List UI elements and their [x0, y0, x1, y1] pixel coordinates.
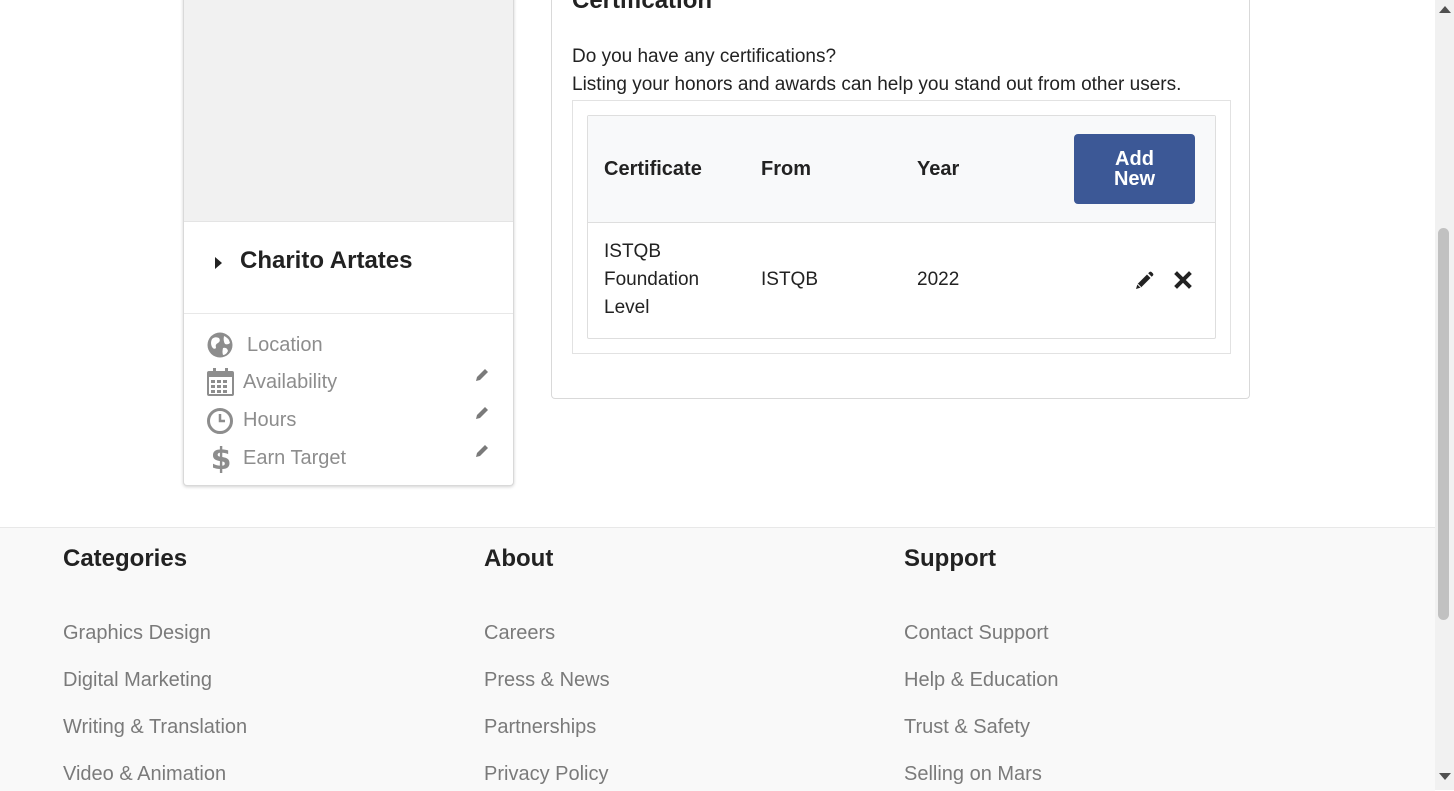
footer-link[interactable]: Writing & Translation [63, 716, 247, 739]
vertical-scrollbar[interactable] [1435, 0, 1454, 790]
footer-link[interactable]: Press & News [484, 669, 610, 692]
certification-table: Certificate From Year Add New ISTQB Foun… [587, 115, 1216, 339]
footer-heading: Categories [63, 545, 188, 572]
footer-link[interactable]: Partnerships [484, 716, 596, 739]
column-header-from: From [761, 158, 811, 180]
footer-heading: About [484, 545, 554, 572]
edit-earn-target-icon[interactable] [474, 443, 490, 459]
availability-row: Availability [206, 365, 496, 399]
calendar-icon [207, 368, 234, 396]
hours-label: Hours [243, 409, 297, 431]
footer-link[interactable]: Digital Marketing [63, 669, 212, 692]
profile-name: Charito Artates [240, 247, 413, 274]
edit-icon[interactable] [1134, 271, 1154, 291]
table-header: Certificate From Year Add New [588, 116, 1215, 223]
column-header-certificate: Certificate [604, 158, 702, 180]
footer: Categories Graphics Design Digital Marke… [0, 527, 1435, 791]
certification-section: Certification Do you have any certificat… [551, 0, 1250, 399]
scroll-down-arrow-icon[interactable] [1439, 773, 1451, 780]
add-new-label: Add New [1113, 148, 1156, 190]
hours-row: Hours [206, 403, 496, 437]
profile-photo-placeholder [184, 0, 513, 222]
location-label: Location [247, 334, 323, 356]
edit-availability-icon[interactable] [474, 367, 490, 383]
scroll-up-arrow-icon[interactable] [1439, 6, 1451, 13]
from-cell: ISTQB [761, 269, 819, 290]
footer-link[interactable]: Selling on Mars [904, 763, 1042, 786]
delete-icon[interactable] [1174, 271, 1192, 289]
globe-icon [207, 332, 233, 358]
footer-link[interactable]: Trust & Safety [904, 716, 1030, 739]
availability-label: Availability [243, 371, 338, 393]
clock-icon [207, 408, 233, 434]
dollar-icon: $ [211, 443, 232, 473]
certification-description: Listing your honors and awards can help … [572, 74, 1182, 95]
earn-target-label: Earn Target [243, 447, 347, 469]
footer-link[interactable]: Careers [484, 622, 555, 645]
certificate-cell: ISTQB Foundation Level [604, 241, 700, 318]
footer-link[interactable]: Contact Support [904, 622, 1049, 645]
footer-link[interactable]: Graphics Design [63, 622, 211, 645]
footer-heading: Support [904, 545, 996, 572]
year-cell: 2022 [917, 269, 960, 290]
earn-target-row: $ Earn Target [206, 441, 496, 475]
add-new-button[interactable]: Add New [1074, 134, 1195, 204]
svg-text:$: $ [211, 443, 232, 473]
footer-link[interactable]: Video & Animation [63, 763, 226, 786]
edit-hours-icon[interactable] [474, 405, 490, 421]
location-row: Location [206, 328, 496, 362]
certification-table-wrapper: Certificate From Year Add New ISTQB Foun… [572, 100, 1231, 354]
scrollbar-thumb[interactable] [1438, 228, 1449, 620]
column-header-year: Year [917, 158, 960, 180]
section-title: Certification [572, 0, 713, 14]
profile-name-toggle[interactable]: Charito Artates [184, 222, 513, 314]
caret-right-icon [215, 257, 222, 269]
profile-card: Charito Artates Location Availability Ho… [183, 0, 514, 486]
footer-link[interactable]: Help & Education [904, 669, 1059, 692]
footer-link[interactable]: Privacy Policy [484, 763, 608, 786]
certification-question: Do you have any certifications? [572, 46, 837, 67]
